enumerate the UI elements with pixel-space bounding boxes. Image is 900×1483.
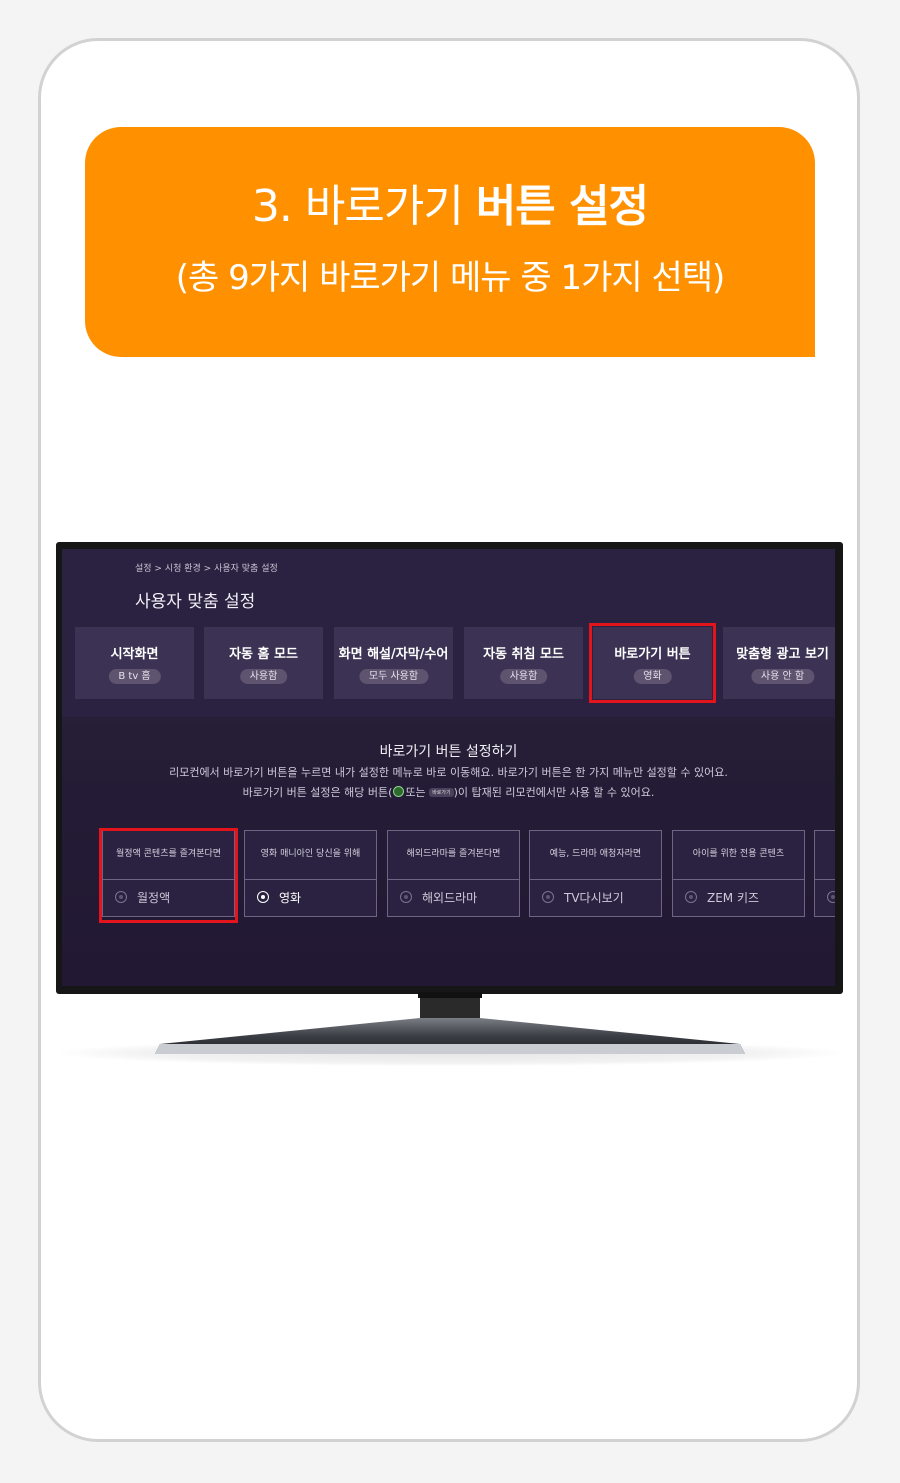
tile-label: 화면 해설/자막/수어 — [338, 647, 449, 662]
shortcut-key-icon: 바로가기 — [429, 788, 454, 797]
tile-label: 시작화면 — [110, 647, 159, 662]
tile-start-screen[interactable]: 시작화면 B tv 홈 — [75, 627, 194, 699]
banner-title-bold: 버튼 설정 — [475, 181, 649, 232]
highlight-monthly-option — [99, 828, 238, 923]
banner-title-prefix: 3. 바로가기 — [251, 181, 464, 232]
option-label: TV다시보기 — [564, 891, 624, 905]
option-divider — [815, 879, 835, 880]
option-description: 아이를 위한 전용 콘텐츠 — [692, 849, 785, 859]
tv-stand-base — [155, 1018, 745, 1054]
option-tv-replay[interactable]: 예능, 드라마 애청자라면 TV다시보기 — [529, 830, 662, 917]
tile-auto-home-mode[interactable]: 자동 홈 모드 사용함 — [204, 627, 323, 699]
tile-accessibility[interactable]: 화면 해설/자막/수어 모두 사용함 — [334, 627, 453, 699]
radio-button[interactable] — [542, 891, 554, 903]
tv-stand-joint — [418, 992, 482, 998]
option-divider — [673, 879, 804, 880]
description-line-1: 리모컨에서 바로가기 버튼을 누르면 내가 설정한 메뉴로 바로 이동해요. 바… — [169, 766, 728, 779]
breadcrumb: 설정 > 시청 환경 > 사용자 맞춤 설정 — [135, 564, 278, 574]
description-text-a: 바로가기 버튼 설정은 해당 버튼( — [242, 786, 393, 799]
option-description: 영화 매니아인 당신을 위해 — [260, 849, 361, 859]
tile-auto-sleep-mode[interactable]: 자동 취침 모드 사용함 — [464, 627, 583, 699]
option-description: 해외드라마를 즐겨본다면 — [406, 849, 501, 859]
tile-value-badge: B tv 홈 — [108, 669, 161, 684]
tile-custom-ads[interactable]: 맞춤형 광고 보기 사용 안 함 — [723, 627, 835, 699]
tile-value-badge: 사용함 — [239, 669, 288, 684]
section-title: 바로가기 버튼 설정하기 — [379, 744, 518, 760]
option-label: 영화 — [279, 891, 302, 905]
option-label: ZEM 키즈 — [707, 891, 760, 905]
option-divider — [245, 879, 376, 880]
page-title: 사용자 맞춤 설정 — [135, 592, 256, 612]
tile-label: 자동 취침 모드 — [483, 647, 564, 662]
banner-subtitle: (총 9가지 바로가기 메뉴 중 1가지 선택) — [175, 258, 726, 298]
option-label: 해외드라마 — [422, 891, 478, 905]
tile-value-badge: 모두 사용함 — [358, 669, 429, 684]
tile-label: 자동 홈 모드 — [229, 647, 298, 662]
remote-button-icon — [393, 786, 405, 797]
option-divider — [388, 879, 519, 880]
title-banner: 3. 바로가기 버튼 설정 (총 9가지 바로가기 메뉴 중 1가지 선택) — [85, 127, 815, 357]
radio-button[interactable] — [827, 891, 835, 903]
highlight-shortcut-tile — [589, 623, 716, 703]
description-line-2: 바로가기 버튼 설정은 해당 버튼( 또는 바로가기)이 탑재된 리모컨에서만 사… — [62, 784, 835, 800]
option-zem-kids[interactable]: 아이를 위한 전용 콘텐츠 ZEM 키즈 — [672, 830, 805, 917]
option-partial-next[interactable] — [814, 830, 835, 917]
tile-label: 맞춤형 광고 보기 — [736, 647, 829, 662]
radio-button[interactable] — [400, 891, 412, 903]
description-text-b: 또는 — [405, 786, 426, 799]
radio-button-selected[interactable] — [257, 891, 269, 903]
option-movie[interactable]: 영화 매니아인 당신을 위해 영화 — [244, 830, 377, 917]
tile-value-badge: 사용함 — [499, 669, 548, 684]
option-description: 예능, 드라마 애청자라면 — [549, 849, 642, 859]
radio-button[interactable] — [685, 891, 697, 903]
tile-value-badge: 사용 안 함 — [750, 669, 815, 684]
banner-title: 3. 바로가기 버튼 설정 — [85, 177, 815, 237]
option-divider — [530, 879, 661, 880]
option-foreign-drama[interactable]: 해외드라마를 즐겨본다면 해외드라마 — [387, 830, 520, 917]
description-text-c: )이 탑재된 리모컨에서만 사용 할 수 있어요. — [453, 786, 655, 799]
